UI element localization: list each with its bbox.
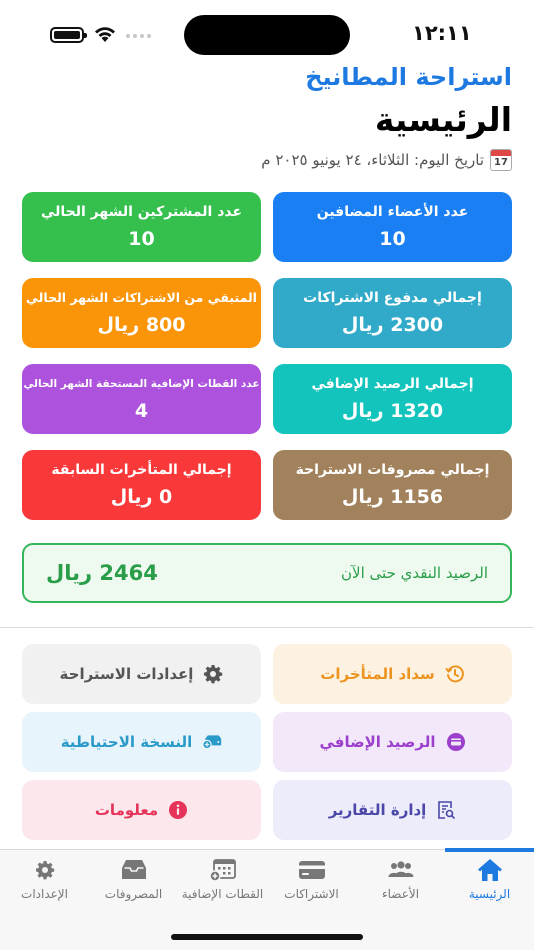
page-title: الرئيسية — [374, 100, 512, 139]
card-value: 1320 ريال — [341, 399, 444, 422]
action-label: إعدادات الاستراحة — [59, 665, 194, 683]
card-value: 0 ريال — [110, 485, 173, 508]
card-title: عدد الأعضاء المضافين — [316, 203, 469, 220]
card-value: 10 — [128, 227, 155, 250]
card-value: 800 ريال — [97, 313, 186, 336]
actions-grid: سداد المتأخرات إعدادات الاستراحة الرصيد … — [22, 644, 512, 840]
action-label: النسخة الاحتياطية — [60, 733, 193, 751]
tab-settings[interactable]: الإعدادات — [0, 850, 89, 910]
extra-balance-button[interactable]: الرصيد الإضافي — [273, 712, 512, 772]
tray-icon — [121, 860, 146, 879]
cash-balance-value: 2464 ريال — [46, 561, 158, 585]
card-icon — [446, 733, 465, 751]
cash-balance-box: الرصيد النقدي حتى الآن 2464 ريال — [22, 543, 512, 603]
action-label: إدارة التقارير — [328, 801, 427, 819]
card-title: عدد المشتركين الشهر الحالي — [40, 203, 243, 220]
gear-icon — [35, 861, 54, 880]
card-title: المتبقي من الاشتراكات الشهر الحالي — [26, 289, 257, 305]
tab-label: الرئيسية — [468, 887, 511, 901]
external-drive-add-icon — [202, 735, 222, 750]
tab-label: القطات الإضافية — [181, 887, 264, 901]
card-title: إجمالي الرصيد الإضافي — [311, 375, 474, 392]
people-icon — [388, 861, 413, 877]
dynamic-island — [184, 15, 350, 55]
credit-card-icon — [298, 861, 325, 879]
home-indicator — [171, 934, 363, 940]
card-value: 10 — [379, 227, 406, 250]
calendar-add-icon — [208, 859, 236, 882]
app-name: استراحة المطانيخ — [305, 63, 512, 91]
date-line: 17 تاريخ اليوم: الثلاثاء، ٢٤ يونيو ٢٠٢٥ … — [22, 148, 512, 172]
tab-label: الإعدادات — [21, 887, 68, 901]
clock-history-icon — [445, 665, 464, 683]
card-subscriptions-paid[interactable]: إجمالي مدفوع الاشتراكات 2300 ريال — [273, 278, 512, 348]
card-extra-balance[interactable]: إجمالي الرصيد الإضافي 1320 ريال — [273, 364, 512, 434]
info-icon — [169, 801, 188, 819]
action-label: سداد المتأخرات — [320, 665, 435, 683]
info-button[interactable]: معلومات — [22, 780, 261, 840]
tab-home[interactable]: الرئيسية — [445, 850, 534, 910]
wifi-icon — [95, 27, 115, 42]
reports-management-button[interactable]: إدارة التقارير — [273, 780, 512, 840]
calendar-icon: 17 — [490, 149, 512, 171]
card-subscribers-count[interactable]: عدد المشتركين الشهر الحالي 10 — [22, 192, 261, 262]
cellular-signal-icon — [126, 34, 151, 38]
backup-button[interactable]: النسخة الاحتياطية — [22, 712, 261, 772]
tab-label: المصروفات — [104, 887, 163, 901]
card-value: 2300 ريال — [341, 313, 444, 336]
action-label: معلومات — [94, 801, 159, 819]
section-divider — [0, 627, 534, 628]
card-extra-contributions-due[interactable]: عدد القطات الإضافية المستحقة الشهر الحال… — [22, 364, 261, 434]
card-title: إجمالي مدفوع الاشتراكات — [303, 289, 482, 306]
tab-label: الاشتراكات — [284, 887, 339, 901]
card-subscriptions-remaining[interactable]: المتبقي من الاشتراكات الشهر الحالي 800 ر… — [22, 278, 261, 348]
tab-extra-contributions[interactable]: القطات الإضافية — [178, 850, 267, 910]
card-previous-arrears[interactable]: إجمالي المتأخرات السابقة 0 ريال — [22, 450, 261, 520]
report-search-icon — [438, 801, 456, 820]
action-label: الرصيد الإضافي — [319, 733, 436, 751]
pay-arrears-button[interactable]: سداد المتأخرات — [273, 644, 512, 704]
card-title: إجمالي المتأخرات السابقة — [51, 461, 232, 478]
tab-members[interactable]: الأعضاء — [356, 850, 445, 910]
card-title: عدد القطات الإضافية المستحقة الشهر الحال… — [23, 377, 260, 390]
tab-bar: الرئيسية الأعضاء الاشتراكات القطات الإضا… — [0, 848, 534, 950]
status-bar: ١٢:١١ — [0, 0, 534, 62]
card-value: 1156 ريال — [341, 485, 444, 508]
card-expenses-total[interactable]: إجمالي مصروفات الاستراحة 1156 ريال — [273, 450, 512, 520]
stats-grid: عدد الأعضاء المضافين 10 عدد المشتركين ال… — [22, 192, 512, 520]
cash-balance-label: الرصيد النقدي حتى الآن — [341, 564, 488, 582]
battery-icon — [50, 27, 87, 43]
rest-house-settings-button[interactable]: إعدادات الاستراحة — [22, 644, 261, 704]
card-members-count[interactable]: عدد الأعضاء المضافين 10 — [273, 192, 512, 262]
today-date: تاريخ اليوم: الثلاثاء، ٢٤ يونيو ٢٠٢٥ م — [261, 151, 484, 169]
tab-subscriptions[interactable]: الاشتراكات — [267, 850, 356, 910]
tab-label: الأعضاء — [381, 887, 420, 901]
home-icon — [477, 859, 502, 881]
card-title: إجمالي مصروفات الاستراحة — [295, 461, 490, 478]
tab-expenses[interactable]: المصروفات — [89, 850, 178, 910]
status-time: ١٢:١١ — [412, 21, 472, 45]
calendar-icon-day: 17 — [494, 157, 508, 168]
page-header: استراحة المطانيخ الرئيسية 17 تاريخ اليوم… — [22, 60, 512, 172]
gear-icon — [204, 665, 223, 684]
card-value: 4 — [134, 399, 149, 422]
